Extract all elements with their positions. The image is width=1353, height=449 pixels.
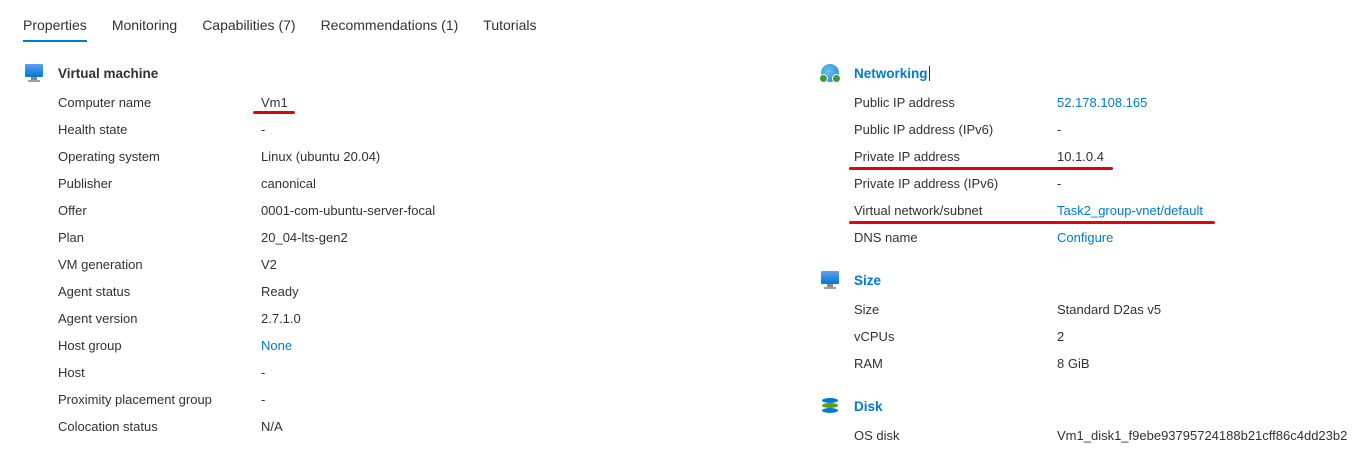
private-ip-value: 10.1.0.4 [1057,149,1104,164]
property-row-private-ip: Private IP address 10.1.0.4 [819,143,1339,170]
networking-header: Networking [819,63,1339,83]
property-row-operating-system: Operating system Linux (ubuntu 20.04) [23,143,723,170]
property-value: - [261,122,266,137]
property-row-host-group: Host group None [23,332,723,359]
property-value: N/A [261,419,283,434]
tab-properties[interactable]: Properties [23,0,87,42]
property-row-dns-name: DNS name Configure [819,224,1339,251]
property-value: 2.7.1.0 [261,311,301,326]
property-value: canonical [261,176,316,191]
tab-bar: Properties Monitoring Capabilities (7) R… [23,0,561,42]
property-value: 2 [1057,329,1065,344]
property-label: Virtual network/subnet [854,203,983,218]
property-row-offer: Offer 0001-com-ubuntu-server-focal [23,197,723,224]
disk-header: Disk [819,396,1349,416]
property-label: vCPUs [854,329,895,344]
disk-title-link[interactable]: Disk [854,399,883,414]
property-row-colocation-status: Colocation status N/A [23,413,723,440]
disk-section: Disk OS disk Vm1_disk1_f9ebe93795724188b… [819,396,1349,449]
property-row-host: Host - [23,359,723,386]
property-value: 8 GiB [1057,356,1090,371]
property-label: DNS name [854,230,918,245]
property-row-plan: Plan 20_04-lts-gen2 [23,224,723,251]
property-value: 20_04-lts-gen2 [261,230,348,245]
dns-configure-link[interactable]: Configure [1057,224,1113,251]
property-row-public-ipv6: Public IP address (IPv6) - [819,116,1339,143]
property-row-os-disk: OS disk Vm1_disk1_f9ebe93795724188b21cff… [819,422,1349,449]
property-label: Host group [58,338,122,353]
property-row-vm-generation: VM generation V2 [23,251,723,278]
property-value: - [261,392,266,407]
property-value: - [1057,122,1062,137]
property-label: Agent status [58,284,131,299]
property-value: Ready [261,284,299,299]
networking-section: Networking Public IP address 52.178.108.… [819,63,1339,251]
virtual-machine-header: Virtual machine [23,63,723,83]
tab-tutorials[interactable]: Tutorials [483,0,536,42]
property-row-virtual-network: Virtual network/subnet Task2_group-vnet/… [819,197,1339,224]
property-row-proximity-placement-group: Proximity placement group - [23,386,723,413]
tab-monitoring[interactable]: Monitoring [112,0,177,42]
size-header: Size [819,270,1339,290]
property-label: Private IP address (IPv6) [854,176,999,191]
property-label: Operating system [58,149,160,164]
os-disk-value: Vm1_disk1_f9ebe93795724188b21cff86c4dd23… [1057,428,1348,443]
monitor-icon [23,63,45,83]
property-label: Public IP address [854,95,955,110]
property-value: V2 [261,257,277,272]
annotation-underline [253,111,295,114]
property-row-private-ipv6: Private IP address (IPv6) - [819,170,1339,197]
property-value: - [261,365,266,380]
networking-title-link[interactable]: Networking [854,65,930,81]
property-label: Host [58,365,85,380]
property-label: Private IP address [854,149,960,164]
property-row-size: Size Standard D2as v5 [819,296,1339,323]
property-label: Plan [58,230,85,245]
property-value: Standard D2as v5 [1057,302,1162,317]
disk-icon [819,396,841,416]
property-value: 0001-com-ubuntu-server-focal [261,203,436,218]
property-row-health-state: Health state - [23,116,723,143]
property-label: Colocation status [58,419,158,434]
public-ip-link[interactable]: 52.178.108.165 [1057,89,1147,116]
property-label: Public IP address (IPv6) [854,122,994,137]
property-label: Size [854,302,880,317]
property-label: Proximity placement group [58,392,212,407]
virtual-machine-section: Virtual machine Computer name Vm1 Health… [23,63,723,440]
property-row-public-ip: Public IP address 52.178.108.165 [819,89,1339,116]
property-row-vcpus: vCPUs 2 [819,323,1339,350]
size-monitor-icon [819,270,841,290]
virtual-network-link[interactable]: Task2_group-vnet/default [1057,197,1203,224]
virtual-machine-title: Virtual machine [58,65,159,81]
property-label: Offer [58,203,87,218]
size-title-link[interactable]: Size [854,273,881,288]
property-row-publisher: Publisher canonical [23,170,723,197]
property-label: Publisher [58,176,113,191]
property-row-agent-status: Agent status Ready [23,278,723,305]
property-row-computer-name: Computer name Vm1 [23,89,723,116]
property-row-agent-version: Agent version 2.7.1.0 [23,305,723,332]
property-value: Linux (ubuntu 20.04) [261,149,381,164]
property-value: - [1057,176,1062,191]
property-row-ram: RAM 8 GiB [819,350,1339,377]
property-label: Health state [58,122,128,137]
property-label: Agent version [58,311,138,326]
tab-capabilities[interactable]: Capabilities (7) [202,0,295,42]
property-label: RAM [854,356,883,371]
host-group-link[interactable]: None [261,332,292,359]
property-label: Computer name [58,95,152,110]
networking-icon [819,63,841,83]
size-section: Size Size Standard D2as v5 vCPUs 2 RAM 8… [819,270,1339,377]
property-label: VM generation [58,257,143,272]
property-label: OS disk [854,428,900,443]
tab-recommendations[interactable]: Recommendations (1) [321,0,459,42]
